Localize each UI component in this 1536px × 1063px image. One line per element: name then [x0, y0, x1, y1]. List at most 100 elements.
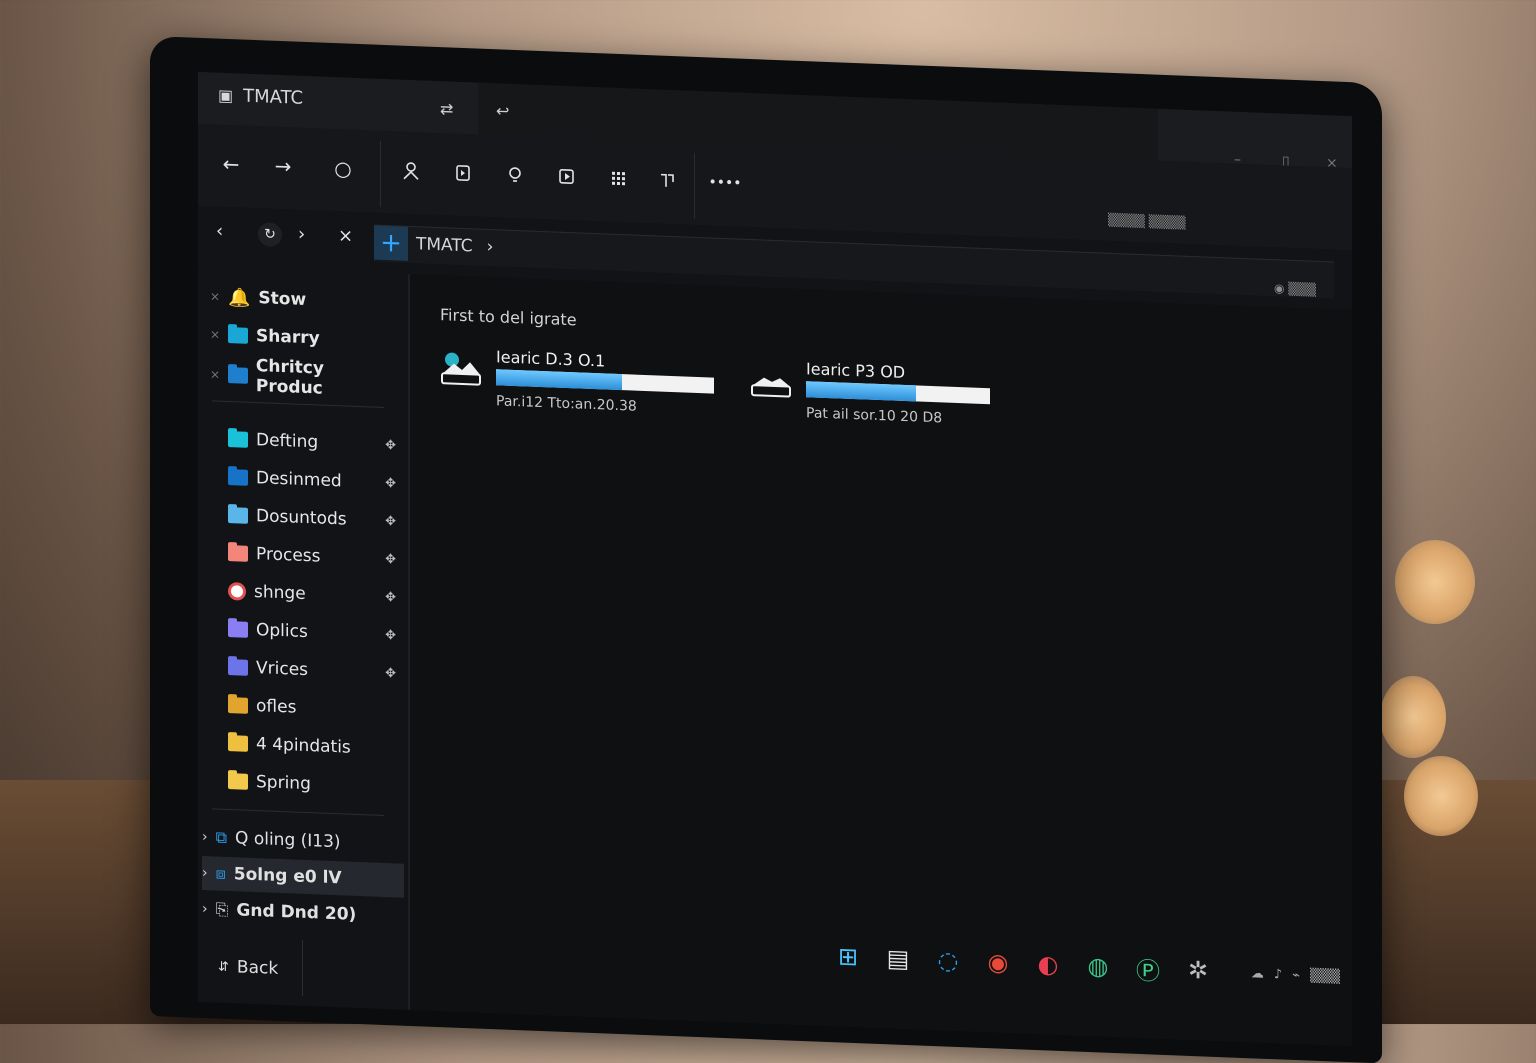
folder-icon — [228, 327, 248, 344]
nav-forward-icon[interactable]: › — [298, 224, 305, 245]
breadcrumb: TMATC › — [416, 234, 493, 257]
sidebar-item-defting[interactable]: Defting ✥ — [210, 422, 396, 461]
nav-recent-icon[interactable]: ↻ — [258, 222, 282, 247]
forward-button[interactable]: → — [268, 151, 298, 182]
folder-icon — [228, 659, 248, 676]
sidebar-drive-1[interactable]: › ⧉ Q oling (I13) — [202, 820, 404, 862]
grid-button[interactable] — [604, 163, 634, 194]
drive-icon — [440, 351, 482, 387]
pin-icon[interactable]: ✥ — [385, 628, 396, 643]
app-p-icon[interactable]: Ⓟ — [1132, 952, 1164, 985]
search-icon[interactable]: ◉ ▒▒▒ — [1274, 281, 1316, 297]
files-icon[interactable]: ▤ — [882, 942, 914, 975]
folder-icon — [228, 545, 248, 562]
nav-close-icon[interactable]: × — [338, 225, 353, 247]
breadcrumb-item[interactable]: TMATC — [416, 234, 473, 256]
sidebar-item-sharry[interactable]: × Sharry — [210, 318, 396, 357]
sidebar-item-vrices[interactable]: Vrices ✥ — [210, 650, 396, 689]
edge-icon[interactable]: ◌ — [932, 944, 964, 977]
split-button[interactable] — [652, 165, 682, 196]
person-button[interactable] — [396, 155, 426, 186]
windows-icon[interactable]: ⊞ — [832, 940, 864, 973]
sidebar-item-label: Sharry — [256, 326, 320, 348]
more-icon: •••• — [708, 174, 741, 191]
sidebar-drive-2[interactable]: › ⧈ 5olng e0 lV — [202, 856, 404, 898]
back-arrow-icon[interactable]: ↩ — [496, 101, 509, 121]
chevron-right-icon[interactable]: › — [202, 865, 208, 881]
play-button[interactable] — [552, 161, 582, 192]
storage-bar-fill — [806, 381, 916, 401]
sidebar-item-dosuntods[interactable]: Dosuntods ✥ — [210, 498, 396, 537]
chevron-right-icon[interactable]: › — [202, 901, 208, 917]
pin-icon[interactable]: ✥ — [385, 476, 396, 491]
swap-icon[interactable]: ⇄ — [440, 99, 453, 119]
pin-icon[interactable]: ✥ — [385, 552, 396, 567]
pin-icon[interactable]: ✥ — [385, 438, 396, 453]
cloud-icon[interactable]: ☁ — [1251, 966, 1264, 981]
folder-icon — [228, 773, 248, 790]
chrome-icon[interactable]: ◉ — [982, 946, 1014, 979]
unpin-icon[interactable]: × — [210, 367, 220, 381]
sidebar-item-spring[interactable]: Spring — [210, 764, 396, 803]
bokeh-light — [1380, 676, 1446, 758]
forward-icon: → — [275, 154, 292, 179]
drive-icon — [750, 363, 792, 399]
drive-card[interactable]: Iearic D.3 O.1 Par.i12 Tto:an.20.38 — [440, 345, 740, 427]
sidebar-item-chritcy-produc[interactable]: × Chritcy Produc — [210, 358, 396, 397]
sidebar-item-label: ofles — [256, 696, 296, 718]
drive-card[interactable]: Iearic P3 OD Pat ail sor.10 20 D8 — [750, 357, 1050, 439]
network-icon[interactable]: ⌁ — [1292, 968, 1300, 983]
bokeh-light — [1395, 540, 1475, 624]
sidebar-drive-label: Q oling (I13) — [235, 828, 341, 852]
pin-icon[interactable]: ✥ — [385, 514, 396, 529]
chevron-right-icon: › — [487, 237, 494, 257]
toolbar-separator — [380, 141, 381, 207]
section-title: First to del igrate — [440, 305, 577, 329]
unpin-icon[interactable]: × — [210, 327, 220, 341]
sidebar-item-stow[interactable]: × 🔔 Stow — [210, 280, 396, 319]
volume-icon[interactable]: ♪ — [1274, 967, 1282, 982]
folder-icon — [228, 697, 248, 714]
bulb-button[interactable] — [500, 159, 530, 190]
sidebar-divider — [212, 808, 384, 816]
gear-icon[interactable]: ✲ — [1182, 954, 1214, 987]
sidebar-item-oplics[interactable]: Oplics ✥ — [210, 612, 396, 651]
sidebar-item-process[interactable]: Process ✥ — [210, 536, 396, 575]
sidebar-drive-label: 5olng e0 lV — [234, 864, 342, 888]
pin-icon[interactable]: ✥ — [385, 666, 396, 681]
sidebar-item-label: Stow — [258, 288, 306, 310]
main-content: First to del igrate Iearic D.3 O.1 Par.i… — [410, 274, 1352, 1046]
folder-icon — [228, 367, 248, 384]
plus-icon[interactable]: + — [374, 226, 408, 261]
status-text-blurred: ▒▒▒▒ ▒▒▒▒ — [1108, 213, 1186, 230]
sidebar-item-label: Dosuntods — [256, 506, 347, 529]
sidebar-item-ofles[interactable]: ofles — [210, 688, 396, 727]
drive-space-info: Pat ail sor.10 20 D8 — [806, 405, 942, 426]
folder-icon — [228, 431, 248, 448]
nav-back-icon[interactable]: ‹ — [216, 221, 223, 242]
pin-icon[interactable]: ✥ — [385, 590, 396, 605]
storage-bar — [806, 381, 990, 404]
sidebar-drive-3[interactable]: › ⎘ Gnd Dnd 20) — [202, 892, 404, 934]
sidebar-item-4pindatis[interactable]: 4 4pindatis — [210, 726, 396, 765]
sidebar-item-shnge[interactable]: shnge ✥ — [210, 574, 396, 613]
app-title-text: TMATC — [243, 86, 303, 109]
sidebar-item-label: Defting — [256, 430, 318, 452]
sidebar-item-desinmed[interactable]: Desinmed ✥ — [210, 460, 396, 499]
app-red-icon[interactable]: ◐ — [1032, 948, 1064, 981]
more-button[interactable]: •••• — [710, 168, 740, 199]
sidebar-item-label: Process — [256, 544, 321, 566]
target-icon — [228, 582, 246, 601]
back-link[interactable]: ⇵ Back — [218, 957, 278, 979]
app-green-icon[interactable]: ◍ — [1082, 950, 1114, 983]
folder-icon — [228, 735, 248, 752]
chevron-right-icon[interactable]: › — [202, 829, 208, 845]
unpin-icon[interactable]: × — [210, 289, 220, 303]
refresh-button[interactable]: ○ — [328, 153, 358, 184]
sidebar: × 🔔 Stow × Sharry × Chritcy Produc Defti… — [198, 266, 410, 1010]
drive-name: Iearic D.3 O.1 — [496, 347, 605, 370]
clock-blurred[interactable]: ▒▒▒ — [1310, 969, 1340, 985]
back-button[interactable]: ← — [216, 149, 246, 180]
document-button[interactable] — [448, 157, 478, 188]
bulb-icon — [506, 166, 524, 185]
